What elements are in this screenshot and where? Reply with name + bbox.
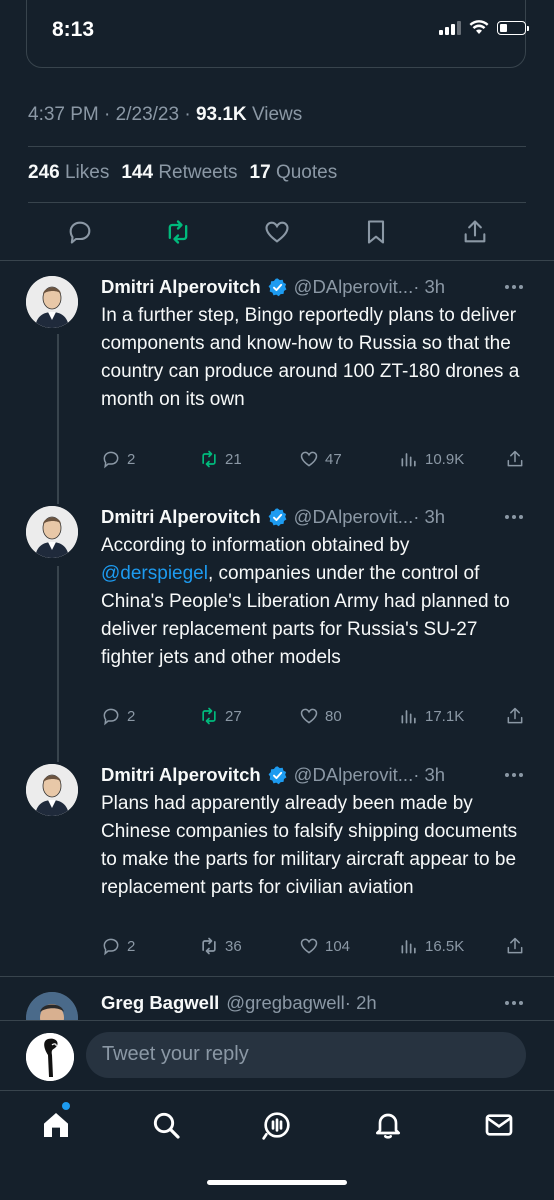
quotes-stat[interactable]: 17 Quotes	[250, 162, 338, 184]
author-name[interactable]: Dmitri Alperovitch	[101, 506, 261, 528]
analytics-bars-icon	[401, 710, 416, 724]
share-button[interactable]	[505, 936, 525, 956]
notifications-bell-icon[interactable]	[372, 1109, 404, 1141]
like-heart-icon[interactable]	[263, 218, 291, 246]
tweet-timestamp: 4:37 PM · 2/23/23 · 93.1K Views	[28, 104, 303, 125]
reply-input[interactable]: Tweet your reply	[86, 1032, 526, 1078]
retweet-button[interactable]: 36	[199, 936, 242, 956]
reply-time: · 3h	[413, 276, 446, 297]
tweet-action-bar	[0, 214, 554, 250]
verified-badge-icon	[268, 507, 287, 526]
home-indicator	[207, 1180, 347, 1185]
share-icon[interactable]	[461, 218, 489, 246]
author-name[interactable]: Dmitri Alperovitch	[101, 764, 261, 786]
reply-text: In a further step, Bingo reportedly plan…	[101, 305, 520, 410]
status-bar: 8:13	[0, 0, 554, 68]
like-heart-icon	[300, 708, 318, 724]
avatar[interactable]	[26, 506, 78, 558]
tweet-stats: 246 Likes 144 Retweets 17 Quotes	[28, 162, 337, 184]
like-button[interactable]: 80	[299, 706, 342, 726]
verified-badge-icon	[268, 765, 287, 784]
retweet-button[interactable]: 27	[199, 706, 242, 726]
analytics-bars-icon	[401, 453, 416, 467]
retweet-icon	[202, 450, 216, 468]
author-handle[interactable]: @DAlperovit...	[294, 764, 414, 786]
views-button[interactable]: 17.1K	[399, 706, 464, 726]
reply-action-bar: 2 27 80 17.1K	[101, 706, 531, 730]
mention-link[interactable]: @derspiegel	[101, 563, 208, 584]
battery-icon	[497, 20, 529, 35]
reply-button[interactable]: 2	[101, 706, 135, 726]
messages-mail-icon[interactable]	[483, 1109, 515, 1141]
home-icon[interactable]	[40, 1109, 72, 1141]
reply-time: · 2h	[344, 992, 377, 1013]
like-heart-icon	[300, 451, 318, 467]
reply-button[interactable]: 2	[101, 936, 135, 956]
divider	[0, 976, 554, 977]
retweet-button[interactable]: 21	[199, 449, 242, 469]
reply-text: Plans had apparently already been made b…	[101, 793, 518, 898]
user-avatar[interactable]	[26, 1033, 74, 1081]
reply-action-bar: 2 21 47 10.9K	[101, 449, 531, 473]
wifi-icon	[469, 20, 489, 34]
divider	[28, 146, 526, 147]
author-handle[interactable]: @DAlperovit...	[294, 276, 414, 298]
retweet-icon	[202, 937, 216, 955]
like-button[interactable]: 104	[299, 936, 350, 956]
likes-stat[interactable]: 246 Likes	[28, 162, 109, 184]
reply-icon	[103, 708, 119, 726]
reply-composer: Tweet your reply	[0, 1020, 554, 1088]
views-button[interactable]: 10.9K	[399, 449, 464, 469]
author-name[interactable]: Dmitri Alperovitch	[101, 276, 261, 298]
more-options-icon[interactable]	[504, 284, 524, 290]
divider	[28, 202, 526, 203]
verified-badge-icon	[268, 277, 287, 296]
avatar[interactable]	[26, 764, 78, 816]
author-handle[interactable]: @gregbagwell	[226, 992, 345, 1014]
bookmark-icon[interactable]	[362, 218, 390, 246]
reply-time: · 3h	[413, 506, 446, 527]
share-icon	[507, 707, 523, 724]
share-button[interactable]	[505, 449, 525, 469]
reply-icon	[103, 938, 119, 956]
status-time: 8:13	[52, 18, 95, 41]
more-options-icon[interactable]	[504, 514, 524, 520]
avatar[interactable]	[26, 276, 78, 328]
reply-icon[interactable]	[66, 218, 94, 246]
reply-action-bar: 2 36 104 16.5K	[101, 936, 531, 960]
author-handle[interactable]: @DAlperovit...	[294, 506, 414, 528]
share-icon	[507, 450, 523, 467]
retweets-stat[interactable]: 144 Retweets	[121, 162, 237, 184]
like-button[interactable]: 47	[299, 449, 342, 469]
more-options-icon[interactable]	[504, 772, 524, 778]
search-icon[interactable]	[150, 1109, 182, 1141]
retweet-icon[interactable]	[164, 218, 192, 246]
analytics-bars-icon	[401, 940, 416, 954]
reply-icon	[103, 451, 119, 469]
retweet-icon	[202, 707, 216, 725]
share-button[interactable]	[505, 706, 525, 726]
reply-button[interactable]: 2	[101, 449, 135, 469]
spaces-icon[interactable]	[261, 1109, 293, 1141]
reply-text: According to information obtained by @de…	[101, 535, 510, 668]
more-options-icon[interactable]	[504, 1000, 524, 1006]
reply-time: · 3h	[413, 764, 446, 785]
unread-dot	[62, 1102, 70, 1110]
views-count: 93.1K	[195, 104, 247, 125]
cellular-signal-icon	[439, 20, 461, 35]
divider	[0, 260, 554, 261]
like-heart-icon	[300, 938, 318, 954]
views-button[interactable]: 16.5K	[399, 936, 464, 956]
share-icon	[507, 937, 523, 954]
author-name[interactable]: Greg Bagwell	[101, 992, 219, 1014]
